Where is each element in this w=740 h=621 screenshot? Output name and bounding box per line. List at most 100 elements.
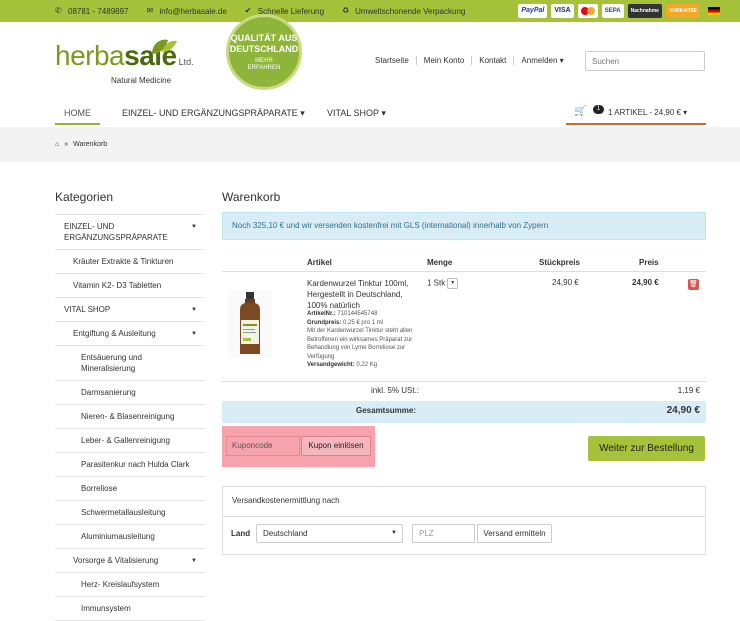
phone-info[interactable]: ✆ 08781 - 7489897 bbox=[55, 7, 129, 16]
coupon-input[interactable]: Kuponcode bbox=[226, 436, 300, 456]
search-input[interactable] bbox=[585, 51, 705, 71]
sidebar-category-item[interactable]: Aluminiumausleitung bbox=[55, 525, 205, 549]
packaging-info: ♻ Umweltschonende Verpackung bbox=[342, 7, 465, 16]
payment-logos: PayPal VISA SEPA Nachnahme VORKASSE bbox=[518, 4, 700, 18]
sidebar-category-item[interactable]: Vitamin K2- D3 Tabletten bbox=[55, 274, 205, 298]
phone-number: 08781 - 7489897 bbox=[68, 6, 129, 16]
free-shipping-notice: Noch 325,10 € und wir versenden kostenfr… bbox=[222, 212, 706, 240]
proceed-to-checkout-button[interactable]: Weiter zur Bestellung bbox=[588, 436, 705, 461]
caret-down-icon[interactable]: ▼ bbox=[191, 329, 197, 340]
sidebar-category-item[interactable]: Borreliose bbox=[55, 477, 205, 501]
line-price: 24,90 € bbox=[632, 278, 659, 287]
table-divider bbox=[222, 271, 706, 272]
sidebar-category-item[interactable]: Nieren- & Blasenreinigung bbox=[55, 405, 205, 429]
mastercard-logo bbox=[577, 4, 598, 18]
sidebar-category-item[interactable]: Herz- Kreislaufsystem bbox=[55, 573, 205, 597]
chevron-down-icon: ▼ bbox=[391, 530, 397, 536]
sidebar-category-item[interactable]: VITAL SHOP ▼ bbox=[55, 298, 205, 322]
unit-price: 24,90 € bbox=[552, 278, 579, 287]
sidebar-category-item[interactable]: Schwermetallausleitung bbox=[55, 501, 205, 525]
col-header-price: Preis bbox=[639, 258, 659, 267]
breadcrumb: ⌂ » Warenkorb bbox=[0, 127, 740, 162]
land-label: Land bbox=[231, 529, 251, 538]
nav-einzel-praeparate[interactable]: EINZEL- UND ERGÄNZUNGSPRÄPARATE ▾ bbox=[122, 101, 305, 125]
sidebar-category-label: Darmsanierung bbox=[81, 388, 136, 397]
sidebar-category-item[interactable]: Immunsystem bbox=[55, 597, 205, 621]
product-artnr: 710144545748 bbox=[337, 311, 378, 317]
sidebar-category-label: Entgiftung & Ausleitung bbox=[73, 329, 156, 338]
quantity-select[interactable]: 1 Stk ▼ bbox=[427, 278, 459, 289]
calculate-shipping-button[interactable]: Versand ermitteln bbox=[477, 524, 552, 543]
top-nav: Startseite Mein Konto Kontakt Anmelden ▾ bbox=[375, 56, 571, 65]
col-header-qty: Menge bbox=[427, 258, 453, 267]
sidebar-category-label: EINZEL- UND ERGÄNZUNGSPRÄPARATE bbox=[64, 222, 168, 242]
check-icon: ✔ bbox=[244, 6, 252, 15]
sidebar-category-item[interactable]: Leber- & Gallenreinigung bbox=[55, 429, 205, 453]
total-label: Gesamtsumme: bbox=[356, 406, 417, 415]
mail-icon: ✉ bbox=[146, 6, 154, 15]
col-header-unit-price: Stückpreis bbox=[539, 258, 580, 267]
redeem-coupon-button[interactable]: Kupon einlösen bbox=[301, 436, 371, 456]
sidebar-category-label: Vitamin K2- D3 Tabletten bbox=[73, 281, 162, 290]
visa-logo: VISA bbox=[551, 4, 574, 18]
sidebar-category-label: Schwermetallausleitung bbox=[81, 508, 166, 517]
product-name[interactable]: Kardenwurzel Tinktur 100ml, Hergestellt … bbox=[307, 278, 419, 311]
caret-down-icon[interactable]: ▼ bbox=[191, 305, 197, 316]
product-image[interactable] bbox=[228, 290, 272, 358]
leaf-icon: ♻ bbox=[342, 6, 350, 15]
sidebar-category-item[interactable]: Kräuter Extrakte & Tinkturen bbox=[55, 250, 205, 274]
product-base-price: 0,25 € pro 1 ml bbox=[343, 319, 384, 326]
sidebar-category-item[interactable]: Entsäuerung und Mineralisierung bbox=[55, 346, 205, 381]
sidebar-category-label: Parasitenkur nach Hulda Clark bbox=[81, 460, 190, 469]
sidebar-title: Kategorien bbox=[55, 190, 114, 204]
sidebar-category-item[interactable]: EINZEL- UND ERGÄNZUNGSPRÄPARATE ▼ bbox=[55, 215, 205, 250]
german-flag-icon[interactable] bbox=[708, 7, 720, 15]
vorkasse-logo: VORKASSE bbox=[665, 4, 700, 18]
total-row: Gesamtsumme: 24,90 € bbox=[222, 401, 706, 423]
leaf-logo-icon bbox=[152, 39, 177, 54]
sidebar-category-label: Entsäuerung und Mineralisierung bbox=[81, 353, 142, 373]
nav-mein-konto[interactable]: Mein Konto bbox=[415, 56, 471, 65]
breadcrumb-separator: » bbox=[64, 141, 69, 148]
email-info[interactable]: ✉ info@herbasale.de bbox=[147, 7, 227, 16]
sidebar-category-item[interactable]: Vorsorge & Vitalisierung ▼ bbox=[55, 549, 205, 573]
tax-label: inkl. 5% USt.: bbox=[371, 386, 420, 395]
caret-down-icon[interactable]: ▼ bbox=[191, 222, 197, 233]
cart-summary[interactable]: 🛒 1 1 ARTIKEL - 24,90 € ▾ bbox=[566, 101, 706, 125]
category-list: EINZEL- UND ERGÄNZUNGSPRÄPARATE ▼ Kräuter … bbox=[55, 214, 205, 621]
sidebar-category-item[interactable]: Darmsanierung bbox=[55, 381, 205, 405]
country-select[interactable]: Deutschland ▼ bbox=[256, 524, 403, 543]
sidebar-category-label: Immunsystem bbox=[81, 604, 131, 613]
page-title: Warenkorb bbox=[222, 190, 281, 204]
tax-value: 1,19 € bbox=[677, 386, 700, 395]
quality-seal[interactable]: QUALITÄT AUS DEUTSCHLAND MEHR ERFAHREN bbox=[226, 14, 302, 90]
sidebar-category-item[interactable]: Parasitenkur nach Hulda Clark bbox=[55, 453, 205, 477]
nav-kontakt[interactable]: Kontakt bbox=[471, 56, 513, 65]
packaging-text: Umweltschonende Verpackung bbox=[355, 6, 466, 16]
nav-startseite[interactable]: Startseite bbox=[375, 56, 416, 65]
sidebar-category-label: Aluminiumausleitung bbox=[81, 532, 155, 541]
logo-ltd: Ltd. bbox=[178, 57, 194, 67]
logo-tagline: Natural Medicine bbox=[111, 76, 172, 85]
total-value: 24,90 € bbox=[666, 405, 700, 416]
cart-content: Warenkorb bbox=[222, 190, 706, 204]
product-description: Mit der Kardenwurzel Tinktur steht allen… bbox=[307, 328, 413, 360]
category-sidebar: Kategorien EINZEL- UND ERGÄNZUNGSPRÄPARA… bbox=[55, 190, 205, 621]
breadcrumb-current: Warenkorb bbox=[73, 141, 108, 148]
sidebar-category-label: Leber- & Gallenreinigung bbox=[81, 436, 170, 445]
cart-summary-text: 1 ARTIKEL - 24,90 € ▾ bbox=[608, 108, 688, 117]
remove-item-button[interactable]: 🗑 bbox=[688, 279, 699, 290]
nav-vital-shop[interactable]: VITAL SHOP ▾ bbox=[327, 101, 386, 125]
sidebar-category-item[interactable]: Entgiftung & Ausleitung ▼ bbox=[55, 322, 205, 346]
product-weight: 0,22 Kg bbox=[356, 362, 378, 368]
tax-row: inkl. 5% USt.: 1,19 € bbox=[222, 382, 706, 402]
home-icon[interactable]: ⌂ bbox=[55, 141, 59, 148]
email-address: info@herbasale.de bbox=[159, 6, 227, 16]
nav-anmelden[interactable]: Anmelden ▾ bbox=[513, 56, 570, 65]
plz-input[interactable]: PLZ bbox=[412, 524, 475, 543]
shipping-heading: Versandkostenermittlung nach bbox=[223, 487, 705, 517]
cart-count-badge: 1 bbox=[593, 105, 604, 114]
nav-home[interactable]: HOME bbox=[55, 101, 100, 125]
caret-down-icon[interactable]: ▼ bbox=[191, 556, 197, 567]
phone-icon: ✆ bbox=[55, 6, 62, 15]
